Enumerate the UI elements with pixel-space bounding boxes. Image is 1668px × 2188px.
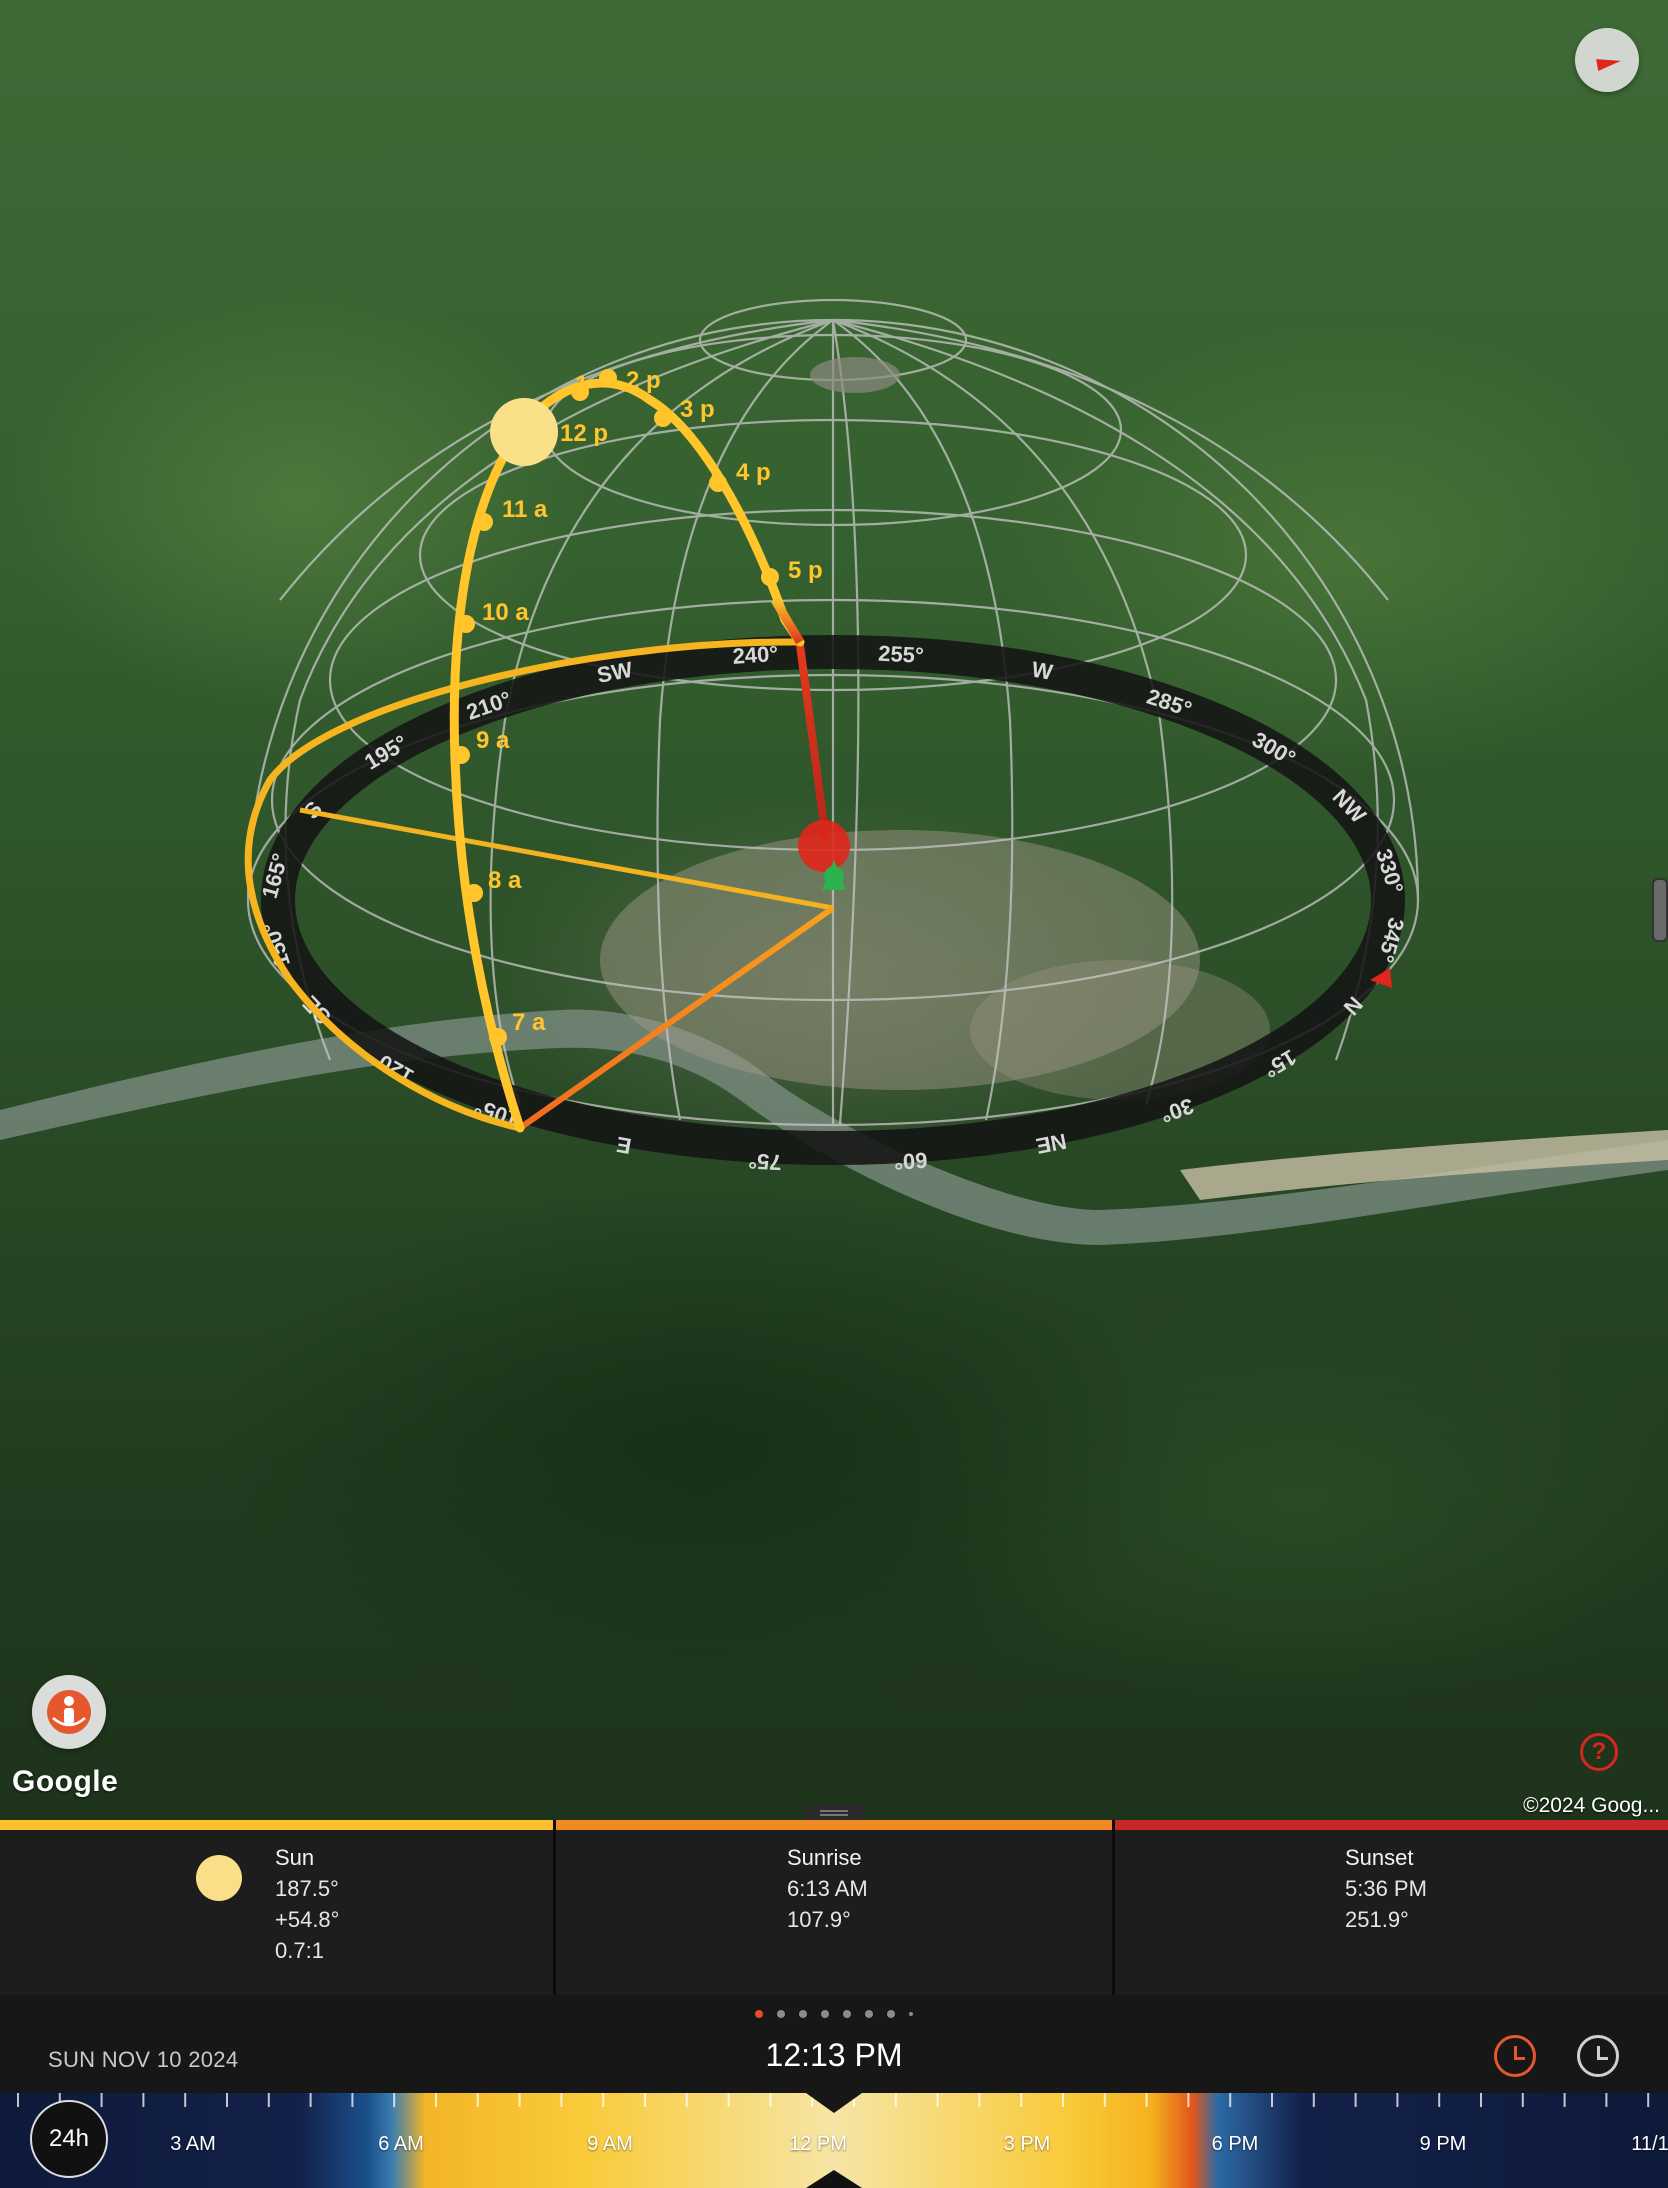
page-dot[interactable]	[843, 2010, 851, 2018]
page-dot[interactable]	[777, 2010, 785, 2018]
sun-title: Sun	[275, 1845, 315, 1870]
map-copyright[interactable]: ©2024 Goog...	[1523, 1794, 1660, 1818]
hour-point	[599, 369, 617, 387]
hour-label: 9 a	[476, 727, 510, 754]
sunset-info-card[interactable]: Sunset 5:36 PM 251.9°	[1115, 1830, 1668, 1995]
hour-label: 7 a	[512, 1009, 546, 1036]
compass-label: 255°	[878, 641, 925, 668]
side-drawer-handle[interactable]	[1652, 878, 1668, 942]
sunset-azimuth: 251.9°	[1345, 1907, 1409, 1932]
sunset-title: Sunset	[1345, 1845, 1414, 1870]
history-clock-icon[interactable]	[1494, 2035, 1536, 2077]
hour-label: 2 p	[626, 367, 661, 394]
hour-point	[465, 884, 483, 902]
sunrise-title: Sunrise	[787, 1845, 862, 1870]
time-bar: SUN NOV 10 2024 12:13 PM	[0, 1995, 1668, 2093]
sun-icon	[196, 1855, 242, 1901]
sun-azimuth: 187.5°	[275, 1876, 339, 1901]
zenith-marker	[810, 357, 900, 393]
page-dot[interactable]	[821, 2010, 829, 2018]
info-panel: Sun 187.5° +54.8° 0.7:1 Sunrise 6:13 AM …	[0, 1820, 1668, 1995]
mode-24h-button[interactable]: 24h	[30, 2100, 108, 2178]
hour-label: 3 p	[680, 396, 715, 423]
timeline-hour-label: 6 AM	[378, 2133, 424, 2155]
pegman-icon	[47, 1690, 91, 1734]
hour-point	[452, 746, 470, 764]
page-dot[interactable]	[887, 2010, 895, 2018]
street-view-button[interactable]	[32, 1675, 106, 1749]
timeline-hour-label: 11/1	[1631, 2133, 1668, 2155]
time-label[interactable]: 12:13 PM	[0, 2037, 1668, 2074]
hour-point	[709, 474, 727, 492]
hour-label: 11 a	[502, 496, 548, 523]
hour-point	[457, 615, 475, 633]
clock-icon[interactable]	[1577, 2035, 1619, 2077]
sun-path-end	[771, 597, 804, 645]
hour-label: 1	[575, 371, 588, 398]
timeline-hour-label: 6 PM	[1211, 2133, 1259, 2155]
compass-label: 60°	[893, 1148, 928, 1175]
sun-position-icon[interactable]	[490, 398, 558, 466]
sun-path-dome: 240° 255°W285°300°NW330°345°N15°30°NE60°7…	[0, 298, 1668, 1245]
hour-label: 10 a	[482, 599, 529, 626]
timeline-hour-label: 9 AM	[587, 2133, 633, 2155]
timeline-hour-label: 12 PM	[789, 2133, 847, 2155]
help-icon[interactable]: ?	[1580, 1733, 1618, 1771]
hour-point	[761, 568, 779, 586]
hour-label: 5 p	[788, 557, 823, 584]
shadow-ratio: 0.7:1	[275, 1938, 324, 1963]
sunrise-time: 6:13 AM	[787, 1876, 868, 1901]
hour-point	[654, 409, 672, 427]
hour-label: 12 p	[560, 420, 608, 447]
panel-grabber[interactable]	[804, 1804, 864, 1820]
page-dot[interactable]	[909, 2012, 913, 2016]
sunrise-info-card[interactable]: Sunrise 6:13 AM 107.9°	[556, 1830, 1112, 1995]
timeline-hour-label: 3 AM	[170, 2133, 216, 2155]
sun-elevation: +54.8°	[275, 1907, 340, 1932]
google-logo: Google	[12, 1765, 119, 1798]
hour-label: 8 a	[488, 867, 522, 894]
sunrise-stripe	[556, 1820, 1112, 1830]
sunset-stripe	[1115, 1820, 1668, 1830]
location-pin-icon[interactable]	[798, 820, 850, 872]
timeline-pointer-bottom	[806, 2170, 862, 2188]
compass-icon[interactable]	[1575, 28, 1639, 92]
compass-label: 75°	[748, 1148, 783, 1175]
sun-stripe	[0, 1820, 553, 1830]
page-indicator[interactable]	[0, 2005, 1668, 2023]
page-dot[interactable]	[865, 2010, 873, 2018]
hour-point	[489, 1028, 507, 1046]
page-dot[interactable]	[799, 2010, 807, 2018]
timeline-hour-label: 3 PM	[1003, 2133, 1051, 2155]
sunset-time: 5:36 PM	[1345, 1876, 1427, 1901]
page-dot[interactable]	[755, 2010, 763, 2018]
hour-label: 4 p	[736, 459, 771, 486]
timeline-hour-label: 9 PM	[1419, 2133, 1467, 2155]
hour-point	[475, 513, 493, 531]
sunrise-azimuth: 107.9°	[787, 1907, 851, 1932]
sun-info-card[interactable]: Sun 187.5° +54.8° 0.7:1	[0, 1830, 553, 1995]
satellite-map[interactable]: 240° 255° W 285° 300° NW 330° 345° N 15° 30° NE 60° 7…	[0, 0, 1668, 1820]
timeline-pointer	[806, 2093, 862, 2113]
